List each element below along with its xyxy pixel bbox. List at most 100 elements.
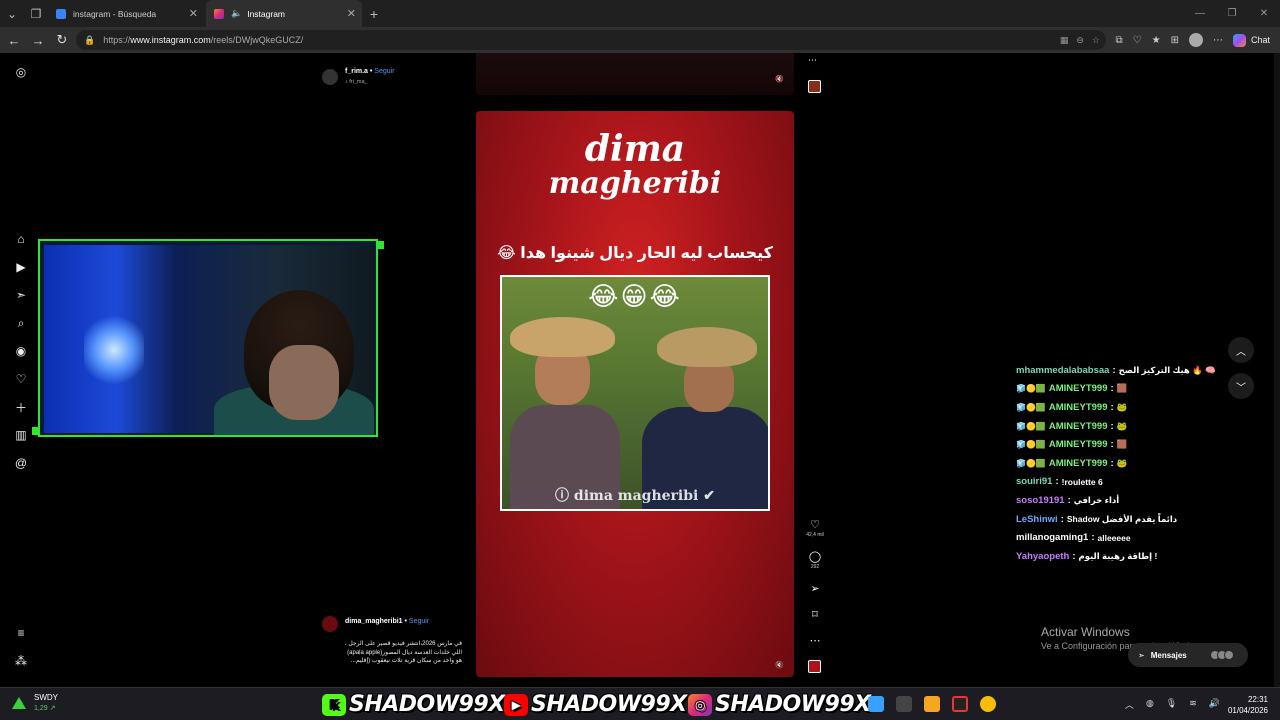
chat-username[interactable]: mhammedalababsaa — [1016, 365, 1109, 376]
chat-username[interactable]: Yahyaopeth — [1016, 551, 1069, 562]
copilot-chat-button[interactable]: Chat — [1232, 33, 1270, 47]
chat-username[interactable]: AMINEYT999 — [1049, 458, 1108, 469]
zoom-icon[interactable]: ⊖ — [1076, 35, 1084, 46]
brand-text: SHADOW99X — [715, 692, 871, 717]
explore-icon[interactable]: ◉ — [14, 344, 28, 358]
app-icon[interactable] — [896, 696, 912, 712]
tab-search[interactable]: instagram - Búsqueda ✕ — [48, 0, 204, 27]
more-options-icon[interactable]: ⋯ — [808, 55, 817, 66]
username[interactable]: dima_magheribi1 • Seguir — [345, 618, 429, 625]
instagram-page: ◎ ⌂ ▶ ➣ ⌕ ◉ ♡ ＋ ▥ @ ≡ ⁂ f_rim.a • Seguir… — [0, 53, 1280, 687]
chat-separator: : — [1110, 401, 1114, 413]
collections-icon[interactable]: ⊞ — [1171, 35, 1179, 46]
chat-username[interactable]: AMINEYT999 — [1049, 421, 1108, 432]
favorite-star-icon[interactable]: ☆ — [1092, 35, 1100, 46]
clock[interactable]: 22:31 01/04/2026 — [1228, 694, 1268, 716]
bookmark-icon: ⌑ — [812, 609, 818, 621]
audio-thumbnail[interactable] — [808, 660, 821, 673]
app-icon[interactable] — [924, 696, 940, 712]
app-tray-icon[interactable]: ◍ — [1146, 698, 1154, 711]
chrome-icon[interactable] — [980, 696, 996, 712]
chat-username[interactable]: soso19191 — [1016, 495, 1065, 506]
messages-icon[interactable]: ➣ — [14, 288, 28, 302]
profile-avatar[interactable] — [1188, 33, 1203, 47]
new-tab-button[interactable]: + — [362, 6, 386, 22]
weather-widget[interactable]: SWDY 1,29 ↗ — [12, 693, 58, 712]
split-screen-icon[interactable]: ▦ — [1060, 35, 1069, 46]
chat-label: Chat — [1250, 35, 1270, 45]
url-field[interactable]: 🔒 https://www.instagram.com/reels/DWjwQk… — [76, 30, 1106, 50]
chat-text: Shadow دائماً يقدم الأفضل — [1066, 513, 1178, 524]
wifi-icon[interactable]: ≋ — [1189, 698, 1197, 711]
chat-username[interactable]: souiri91 — [1016, 476, 1052, 487]
minimize-icon[interactable]: — — [1184, 8, 1216, 19]
favorites-icon[interactable]: ★ — [1152, 35, 1161, 46]
volume-icon[interactable]: 🔊 — [1209, 698, 1220, 711]
audio-thumbnail[interactable] — [808, 80, 821, 93]
more-menu-icon[interactable]: ⋯ — [1213, 35, 1223, 46]
close-window-icon[interactable]: ✕ — [1248, 8, 1280, 19]
date: 01/04/2026 — [1227, 706, 1268, 715]
reel-video[interactable]: dima magheribi كيحساب ليه الحار ديال شين… — [476, 111, 794, 677]
like-button[interactable]: ♡ 42,4 mil — [802, 518, 828, 538]
chat-username[interactable]: millanogaming1 — [1016, 532, 1088, 543]
chevron-up-icon[interactable]: ︿ — [1125, 698, 1134, 711]
window-controls: — ❐ ✕ — [1184, 0, 1280, 27]
reload-button[interactable]: ↻ — [50, 29, 74, 51]
page-scrollbar[interactable] — [1274, 53, 1280, 687]
chat-username[interactable]: AMINEYT999 — [1049, 439, 1108, 450]
save-button[interactable]: ⌑ — [802, 608, 828, 621]
speaker-icon[interactable]: 🔈 — [231, 8, 242, 19]
mute-icon[interactable]: 🔇 — [775, 661, 784, 669]
comment-button[interactable]: ◯ 292 — [802, 550, 828, 570]
dashboard-icon[interactable]: ▥ — [14, 428, 28, 442]
reel-caption: كيحساب ليه الحار ديال شينوا هدا 😂 — [497, 245, 773, 262]
follow-link[interactable]: Seguir — [374, 68, 394, 75]
back-button[interactable]: ← — [2, 29, 26, 51]
username-text: f_rim.a — [345, 68, 368, 75]
username[interactable]: f_rim.a • Seguir — [345, 68, 395, 75]
reel-description[interactable]: في مارس 2026،انتشر فيديو قصير على الرجل … — [322, 640, 462, 666]
close-tab-icon[interactable]: ✕ — [347, 7, 356, 20]
search-icon[interactable]: ⌕ — [14, 316, 28, 330]
notifications-heart-icon[interactable]: ♡ — [14, 372, 28, 386]
close-tab-icon[interactable]: ✕ — [189, 7, 198, 20]
previous-reel-button[interactable]: ︿ — [1228, 337, 1254, 363]
logo-line-2: magheribi — [548, 166, 722, 201]
also-from-meta-icon[interactable]: ⁂ — [14, 654, 28, 668]
like-count: 42,4 mil — [806, 532, 824, 538]
chat-separator: : — [1072, 550, 1076, 562]
messages-label: Mensajes — [1150, 650, 1187, 660]
reel-author-top[interactable]: f_rim.a • Seguir ♪ fri_ma_ — [322, 67, 472, 91]
more-button[interactable]: ⋯ — [802, 634, 828, 647]
messages-button[interactable]: ➣ Mensajes — [1128, 643, 1248, 667]
avatar[interactable] — [322, 616, 338, 632]
microphone-icon[interactable]: 🎙 — [1166, 698, 1177, 711]
forward-button[interactable]: → — [26, 29, 50, 51]
obs-icon[interactable] — [952, 696, 968, 712]
extensions-icon[interactable]: ⧉ — [1116, 35, 1123, 46]
calculator-icon[interactable] — [868, 696, 884, 712]
menu-icon[interactable]: ≡ — [14, 626, 28, 640]
workspaces-icon[interactable]: ❐ — [24, 2, 48, 26]
heart-icon: ♡ — [810, 519, 820, 531]
home-icon[interactable]: ⌂ — [14, 232, 28, 246]
avatar[interactable] — [322, 69, 338, 85]
follow-link[interactable]: Seguir — [409, 618, 429, 625]
threads-icon[interactable]: @ — [14, 456, 28, 470]
chat-username[interactable]: LeShinwi — [1016, 514, 1058, 525]
reels-icon[interactable]: ▶ — [14, 260, 28, 274]
browser-essentials-icon[interactable]: ♡ — [1133, 35, 1142, 46]
instagram-logo-icon[interactable]: ◎ — [14, 65, 28, 79]
create-icon[interactable]: ＋ — [14, 400, 28, 415]
tab-instagram[interactable]: 🔈 Instagram ✕ — [206, 0, 362, 27]
mute-icon[interactable]: 🔇 — [775, 75, 784, 83]
tab-actions-icon[interactable]: ⌄ — [0, 2, 24, 26]
kick-icon: K — [322, 693, 346, 716]
chat-username[interactable]: AMINEYT999 — [1049, 383, 1108, 394]
weather-sub: 1,29 ↗ — [34, 705, 56, 712]
chat-username[interactable]: AMINEYT999 — [1049, 402, 1108, 413]
restore-icon[interactable]: ❐ — [1216, 8, 1248, 19]
share-button[interactable]: ➢ — [802, 582, 828, 595]
previous-reel[interactable]: 🔇 — [476, 53, 794, 95]
